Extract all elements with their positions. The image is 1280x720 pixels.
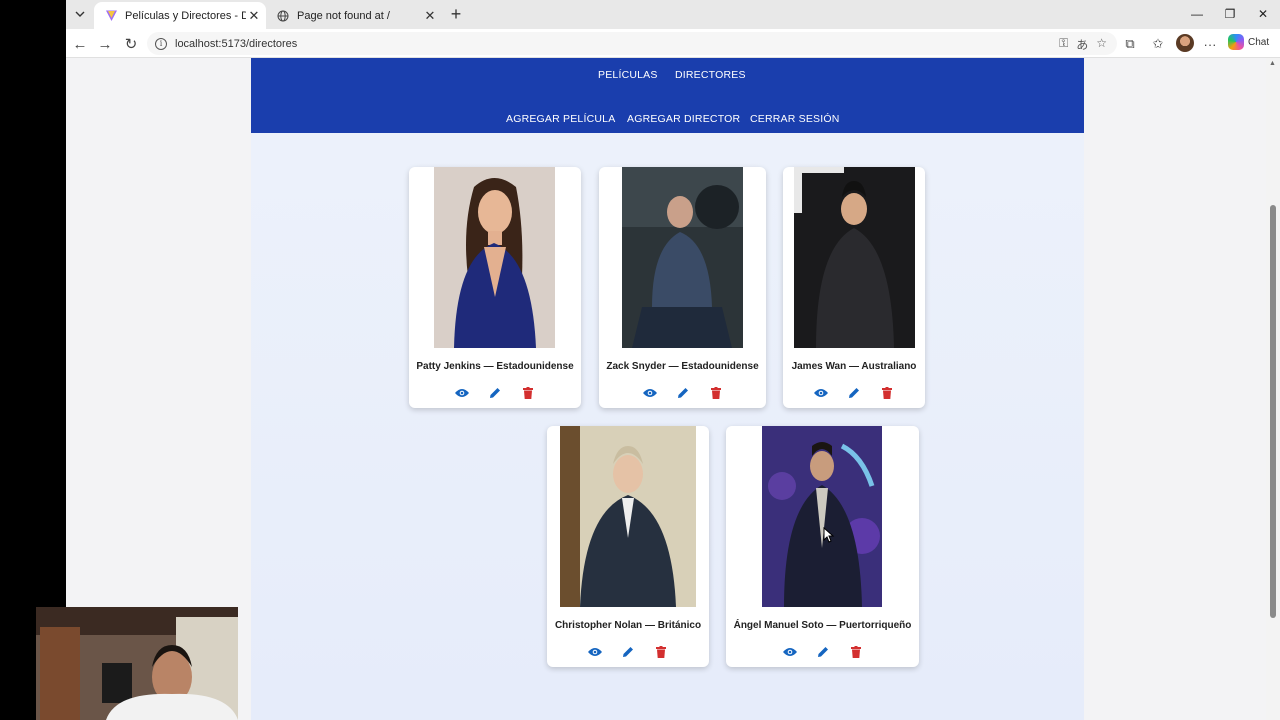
director-card: Christopher Nolan — Británico	[547, 426, 709, 667]
director-name: Zack Snyder — Estadounidense	[606, 361, 759, 372]
tab-list-button[interactable]	[70, 4, 90, 24]
close-window-icon[interactable]: ✕	[1251, 4, 1275, 24]
mouse-cursor-icon	[823, 526, 835, 548]
main-navbar: PELÍCULAS DIRECTORES AGREGAR PELÍCULA AG…	[251, 58, 1084, 133]
new-tab-button[interactable]: +	[446, 4, 466, 24]
director-name: Christopher Nolan — Británico	[554, 620, 702, 631]
extensions-icon[interactable]: ⧉	[1120, 34, 1140, 54]
address-bar-row: ← → ↻ i localhost:5173/directores ⚿ あ ☆ …	[66, 29, 1280, 58]
page-viewport: PELÍCULAS DIRECTORES AGREGAR PELÍCULA AG…	[66, 58, 1266, 720]
nav-agregar-pelicula[interactable]: AGREGAR PELÍCULA	[506, 113, 615, 125]
nav-cerrar-sesion[interactable]: CERRAR SESIÓN	[750, 113, 840, 125]
eye-icon[interactable]	[588, 644, 603, 659]
nav-directores[interactable]: DIRECTORES	[675, 69, 746, 81]
card-actions	[547, 644, 709, 659]
nav-agregar-director[interactable]: AGREGAR DIRECTOR	[627, 113, 740, 125]
tab-title: Películas y Directores - DC Movies	[125, 9, 246, 22]
director-card: Patty Jenkins — Estadounidense	[409, 167, 581, 408]
scroll-thumb[interactable]	[1270, 205, 1276, 618]
director-photo	[762, 426, 882, 607]
reload-icon[interactable]: ↻	[120, 33, 142, 55]
trash-icon[interactable]	[708, 385, 723, 400]
copilot-chat-button[interactable]: Chat	[1228, 34, 1269, 50]
pencil-icon[interactable]	[847, 385, 862, 400]
director-card: James Wan — Australiano	[783, 167, 925, 408]
back-icon[interactable]: ←	[69, 33, 91, 55]
director-name: Ángel Manuel Soto — Puertorriqueño	[733, 620, 912, 631]
tab-peliculas-directores[interactable]: Películas y Directores - DC Movies ✕	[94, 2, 266, 29]
url-input[interactable]: i localhost:5173/directores ⚿ あ ☆	[147, 32, 1117, 55]
pencil-icon[interactable]	[675, 385, 690, 400]
director-photo	[434, 167, 555, 348]
tab-page-not-found[interactable]: Page not found at / ✕	[266, 2, 442, 29]
copilot-icon	[1228, 34, 1244, 50]
pencil-icon[interactable]	[488, 385, 503, 400]
vite-favicon-icon	[104, 9, 118, 23]
tab-title: Page not found at /	[297, 9, 390, 22]
translate-icon[interactable]: あ	[1076, 36, 1088, 53]
card-actions	[409, 385, 581, 400]
nav-peliculas[interactable]: PELÍCULAS	[598, 69, 658, 81]
trash-icon[interactable]	[521, 385, 536, 400]
chat-label: Chat	[1248, 36, 1270, 48]
favorite-star-icon[interactable]: ☆	[1096, 36, 1107, 53]
forward-icon[interactable]: →	[94, 33, 116, 55]
scroll-up-icon[interactable]: ▲	[1269, 60, 1276, 67]
profile-avatar[interactable]	[1176, 34, 1194, 52]
card-actions	[783, 385, 925, 400]
pencil-icon[interactable]	[815, 644, 830, 659]
minimize-icon[interactable]: —	[1185, 4, 1209, 24]
director-photo	[622, 167, 743, 348]
browser-window: Películas y Directores - DC Movies ✕ Pag…	[66, 0, 1280, 720]
eye-icon[interactable]	[814, 385, 829, 400]
eye-icon[interactable]	[455, 385, 470, 400]
app-container: PELÍCULAS DIRECTORES AGREGAR PELÍCULA AG…	[251, 58, 1084, 720]
eye-icon[interactable]	[782, 644, 797, 659]
favorites-icon[interactable]: ✩	[1148, 34, 1168, 54]
trash-icon[interactable]	[880, 385, 895, 400]
url-text: localhost:5173/directores	[175, 37, 298, 50]
trash-icon[interactable]	[848, 644, 863, 659]
key-icon[interactable]: ⚿	[1059, 36, 1068, 53]
more-options-icon[interactable]: ···	[1200, 34, 1220, 54]
director-photo	[560, 426, 696, 607]
director-card: Zack Snyder — Estadounidense	[599, 167, 766, 408]
card-actions	[726, 644, 919, 659]
vertical-scrollbar[interactable]: ▲	[1266, 58, 1280, 720]
pencil-icon[interactable]	[621, 644, 636, 659]
close-tab-icon[interactable]: ✕	[422, 8, 438, 24]
trash-icon[interactable]	[654, 644, 669, 659]
close-tab-icon[interactable]: ✕	[246, 8, 262, 24]
card-actions	[599, 385, 766, 400]
eye-icon[interactable]	[642, 385, 657, 400]
site-info-icon[interactable]: i	[155, 37, 167, 50]
director-photo	[794, 167, 915, 348]
tab-bar: Películas y Directores - DC Movies ✕ Pag…	[66, 0, 1280, 29]
webcam-overlay	[36, 607, 238, 720]
director-name: Patty Jenkins — Estadounidense	[416, 361, 574, 372]
restore-icon[interactable]: ❐	[1218, 4, 1242, 24]
globe-icon	[276, 9, 290, 23]
director-name: James Wan — Australiano	[791, 361, 917, 372]
